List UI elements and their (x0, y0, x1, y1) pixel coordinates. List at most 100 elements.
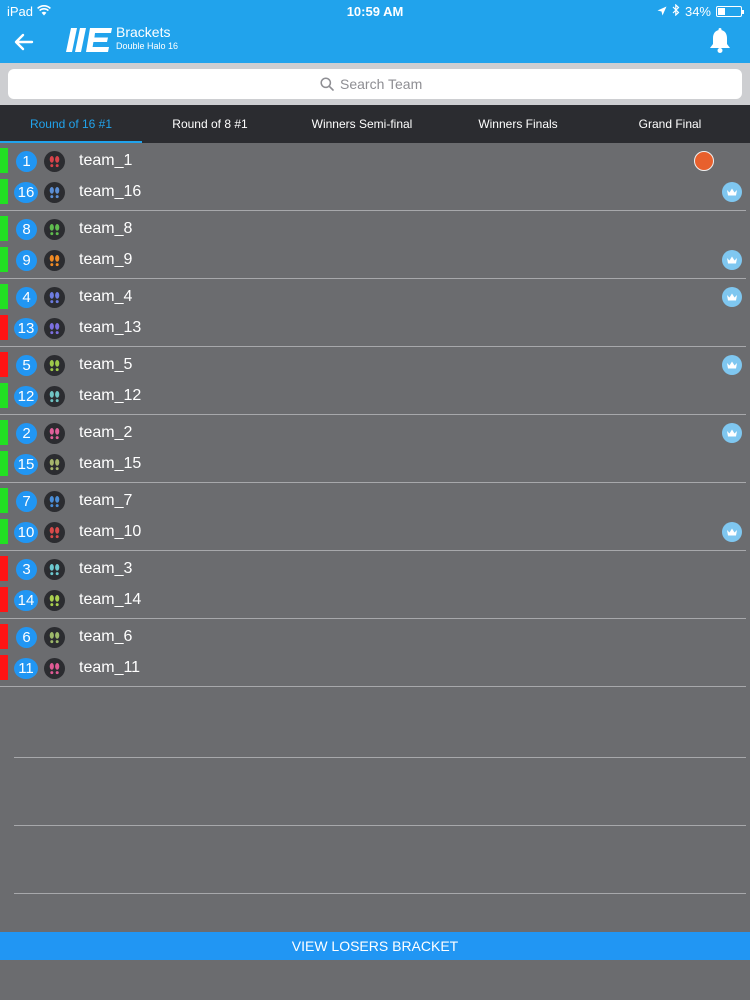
seed-badge: 13 (14, 318, 38, 339)
team-row[interactable]: 13 team_13 (0, 313, 750, 344)
seed-badge: 12 (14, 386, 38, 407)
seed-badge: 5 (16, 355, 37, 376)
team-row[interactable]: 7 team_7 (0, 486, 750, 517)
footprints-icon (49, 360, 60, 372)
team-row[interactable]: 10 team_10 (0, 517, 750, 548)
team-name: team_12 (79, 387, 142, 404)
search-bar (0, 63, 750, 105)
seed-badge: 11 (14, 658, 38, 679)
empty-match-area (0, 689, 750, 932)
seed-badge: 6 (16, 627, 37, 648)
team-row[interactable]: 16 team_16 (0, 177, 750, 208)
seed-badge: 8 (16, 219, 37, 240)
team-avatar (44, 491, 65, 512)
loss-status-bar (0, 587, 8, 612)
tab-grand-final[interactable]: Grand Final (590, 105, 750, 143)
match-card: 6 team_6 11 team_11 (0, 619, 750, 687)
team-name: team_3 (79, 560, 133, 577)
team-avatar (44, 423, 65, 444)
page-subtitle: Double Halo 16 (116, 41, 179, 51)
match-card: 1 team_1 16 team_16 (0, 143, 750, 211)
team-row[interactable]: 2 team_2 (0, 418, 750, 449)
seed-badge: 2 (16, 423, 37, 444)
page-title: Brackets (116, 24, 171, 40)
seed-badge: 14 (14, 590, 38, 611)
match-card: 7 team_7 10 team_10 (0, 483, 750, 551)
match-divider (14, 893, 746, 894)
team-row[interactable]: 8 team_8 (0, 214, 750, 245)
footprints-icon (49, 156, 60, 168)
seed-badge: 3 (16, 559, 37, 580)
footprints-icon (49, 459, 60, 471)
team-row[interactable]: 4 team_4 (0, 282, 750, 313)
nav-bar: Brackets Double Halo 16 (0, 22, 750, 63)
crown-icon (722, 182, 742, 202)
status-bar: iPad 10:59 AM 34% (0, 0, 750, 22)
crown-icon (722, 355, 742, 375)
team-name: team_8 (79, 220, 133, 237)
battery-icon (716, 6, 744, 17)
seed-badge: 16 (14, 182, 38, 203)
win-status-bar (0, 247, 8, 272)
team-name: team_15 (79, 455, 142, 472)
match-card: 8 team_8 9 team_9 (0, 211, 750, 279)
arrow-left-icon (14, 33, 34, 51)
battery-fill (718, 8, 726, 15)
team-row[interactable]: 6 team_6 (0, 622, 750, 653)
team-avatar (44, 522, 65, 543)
team-row[interactable]: 5 team_5 (0, 350, 750, 381)
tab-round-of-16[interactable]: Round of 16 #1 (0, 105, 142, 143)
team-name: team_4 (79, 288, 133, 305)
team-name: team_1 (79, 152, 133, 169)
team-name: team_14 (79, 591, 142, 608)
search-icon (320, 77, 334, 91)
team-name: team_7 (79, 492, 133, 509)
footprints-icon (49, 496, 60, 508)
team-name: team_9 (79, 251, 133, 268)
team-row[interactable]: 12 team_12 (0, 381, 750, 412)
team-row[interactable]: 14 team_14 (0, 585, 750, 616)
search-field[interactable] (8, 69, 742, 99)
seed-badge: 4 (16, 287, 37, 308)
footprints-icon (49, 632, 60, 644)
win-status-bar (0, 519, 8, 544)
footprints-icon (49, 323, 60, 335)
team-row[interactable]: 1 team_1 (0, 146, 750, 177)
status-dot (694, 151, 714, 171)
footprints-icon (49, 391, 60, 403)
search-input[interactable] (340, 76, 430, 92)
win-status-bar (0, 179, 8, 204)
team-avatar (44, 287, 65, 308)
match-divider (0, 686, 746, 687)
battery-percent: 34% (684, 4, 711, 19)
win-status-bar (0, 451, 8, 476)
loss-status-bar (0, 624, 8, 649)
team-row[interactable]: 15 team_15 (0, 449, 750, 480)
win-status-bar (0, 216, 8, 241)
bluetooth-icon (672, 3, 680, 19)
tab-winners-finals[interactable]: Winners Finals (446, 105, 590, 143)
team-avatar (44, 627, 65, 648)
status-right: 34% (657, 3, 744, 19)
footprints-icon (49, 428, 60, 440)
win-status-bar (0, 488, 8, 513)
team-name: team_11 (79, 659, 141, 676)
team-avatar (44, 151, 65, 172)
tab-winners-semi-final[interactable]: Winners Semi-final (278, 105, 446, 143)
round-tabs: Round of 16 #1 Round of 8 #1 Winners Sem… (0, 105, 750, 143)
crown-icon (722, 287, 742, 307)
team-row[interactable]: 9 team_9 (0, 245, 750, 276)
team-avatar (44, 559, 65, 580)
back-button[interactable] (10, 28, 38, 56)
win-status-bar (0, 284, 8, 309)
team-avatar (44, 250, 65, 271)
notifications-button[interactable] (708, 28, 732, 54)
team-row[interactable]: 11 team_11 (0, 653, 750, 684)
footprints-icon (49, 224, 60, 236)
crown-icon (722, 423, 742, 443)
view-losers-bracket-button[interactable]: VIEW LOSERS BRACKET (0, 932, 750, 960)
match-card: 4 team_4 13 team_13 (0, 279, 750, 347)
team-row[interactable]: 3 team_3 (0, 554, 750, 585)
tab-round-of-8[interactable]: Round of 8 #1 (142, 105, 278, 143)
crown-icon (722, 522, 742, 542)
